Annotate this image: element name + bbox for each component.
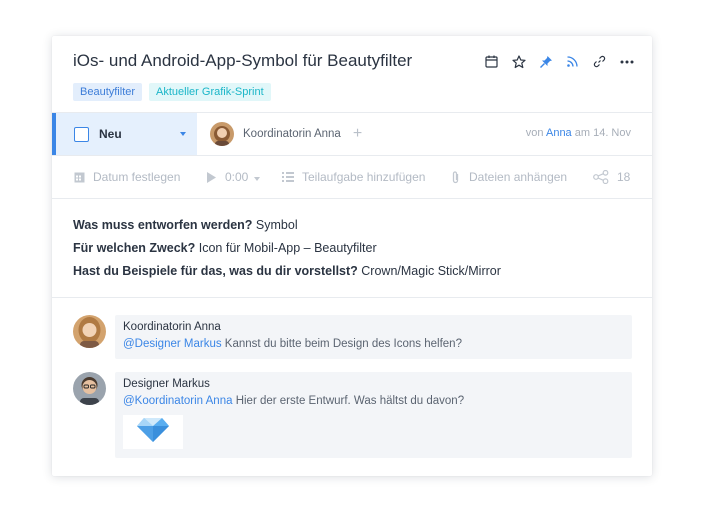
calendar-icon	[73, 171, 85, 183]
avatar[interactable]	[73, 372, 106, 405]
share-icon	[593, 170, 609, 184]
status-row: Neu Koordinatorin Anna + von Anna am 14.…	[52, 113, 652, 156]
comment-body: Kannst du bitte beim Design des Icons he…	[221, 338, 462, 350]
task-description[interactable]: Was muss entworfen werden? Symbol Für we…	[52, 199, 652, 298]
status-dropdown[interactable]: Neu	[52, 113, 197, 155]
meta-suffix: am 14. Nov	[574, 127, 631, 139]
complete-checkbox[interactable]	[74, 126, 89, 142]
attachment-thumbnail[interactable]	[123, 415, 183, 449]
add-assignee-icon[interactable]: +	[353, 126, 362, 142]
timer-button[interactable]: 0:00	[205, 170, 261, 184]
set-date-button[interactable]: Datum festlegen	[73, 170, 180, 184]
assignee[interactable]: Koordinatorin Anna +	[210, 122, 362, 146]
share-count: 18	[617, 170, 631, 184]
comment-author[interactable]: Designer Markus	[123, 378, 632, 395]
question: Was muss entworfen werden?	[73, 218, 253, 232]
description-line: Was muss entworfen werden? Symbol	[73, 218, 652, 241]
task-title[interactable]: iOs- und Android-App-Symbol für Beautyfi…	[73, 51, 412, 71]
calendar-icon[interactable]	[484, 54, 499, 69]
avatar	[210, 122, 234, 146]
list-icon	[282, 171, 294, 183]
play-icon	[205, 171, 217, 183]
add-subtask-button[interactable]: Teilaufgabe hinzufügen	[282, 170, 425, 184]
created-meta: von Anna am 14. Nov	[526, 127, 631, 139]
task-detail-card: iOs- und Android-App-Symbol für Beautyfi…	[52, 36, 652, 476]
share-button[interactable]: 18	[593, 170, 630, 184]
comment-bubble: Koordinatorin Anna @Designer Markus Kann…	[115, 315, 632, 359]
attach-files-label: Dateien anhängen	[469, 170, 568, 184]
header-actions	[484, 54, 634, 69]
answer: Symbol	[255, 218, 298, 232]
set-date-label: Datum festlegen	[93, 170, 181, 184]
chevron-down-icon	[180, 132, 186, 136]
star-icon[interactable]	[511, 54, 526, 69]
comment-text: @Designer Markus Kannst du bitte beim De…	[123, 338, 632, 350]
description-line: Hast du Beispiele für das, was du dir vo…	[73, 264, 652, 287]
avatar[interactable]	[73, 315, 106, 348]
add-subtask-label: Teilaufgabe hinzufügen	[302, 170, 426, 184]
timer-label: 0:00	[225, 170, 249, 184]
question: Hast du Beispiele für das, was du dir vo…	[73, 264, 358, 278]
status-label: Neu	[99, 127, 122, 141]
comment-body: Hier der erste Entwurf. Was hältst du da…	[232, 395, 465, 407]
assignee-name: Koordinatorin Anna	[243, 128, 341, 140]
meta-author[interactable]: Anna	[546, 127, 572, 139]
comment-text: @Koordinatorin Anna Hier der erste Entwu…	[123, 395, 632, 407]
meta-prefix: von	[525, 127, 544, 139]
answer: Icon für Mobil-App – Beautyfilter	[198, 241, 377, 255]
task-toolbar: Datum festlegen 0:00 Teilaufgabe hinzufü…	[52, 156, 652, 199]
description-line: Für welchen Zweck? Icon für Mobil-App – …	[73, 241, 652, 264]
paperclip-icon	[449, 170, 461, 183]
comment-author[interactable]: Koordinatorin Anna	[123, 321, 632, 338]
chevron-down-icon	[254, 170, 261, 184]
link-icon[interactable]	[592, 54, 607, 69]
tag-beautyfilter[interactable]: Beautyfilter	[73, 83, 143, 101]
attach-files-button[interactable]: Dateien anhängen	[449, 170, 567, 184]
tag-grafik-sprint[interactable]: Aktueller Grafik-Sprint	[149, 83, 271, 101]
more-icon[interactable]	[619, 54, 634, 69]
answer: Crown/Magic Stick/Mirror	[361, 264, 501, 278]
tag-list: Beautyfilter Aktueller Grafik-Sprint	[73, 83, 271, 101]
pin-icon[interactable]	[538, 54, 553, 69]
comment-bubble: Designer Markus @Koordinatorin Anna Hier…	[115, 372, 632, 458]
question: Für welchen Zweck?	[73, 241, 196, 255]
mention-link[interactable]: @Designer Markus	[123, 338, 222, 350]
rss-icon[interactable]	[565, 54, 580, 69]
task-header: iOs- und Android-App-Symbol für Beautyfi…	[52, 36, 652, 113]
mention-link[interactable]: @Koordinatorin Anna	[123, 395, 233, 407]
diamond-icon	[136, 417, 170, 448]
